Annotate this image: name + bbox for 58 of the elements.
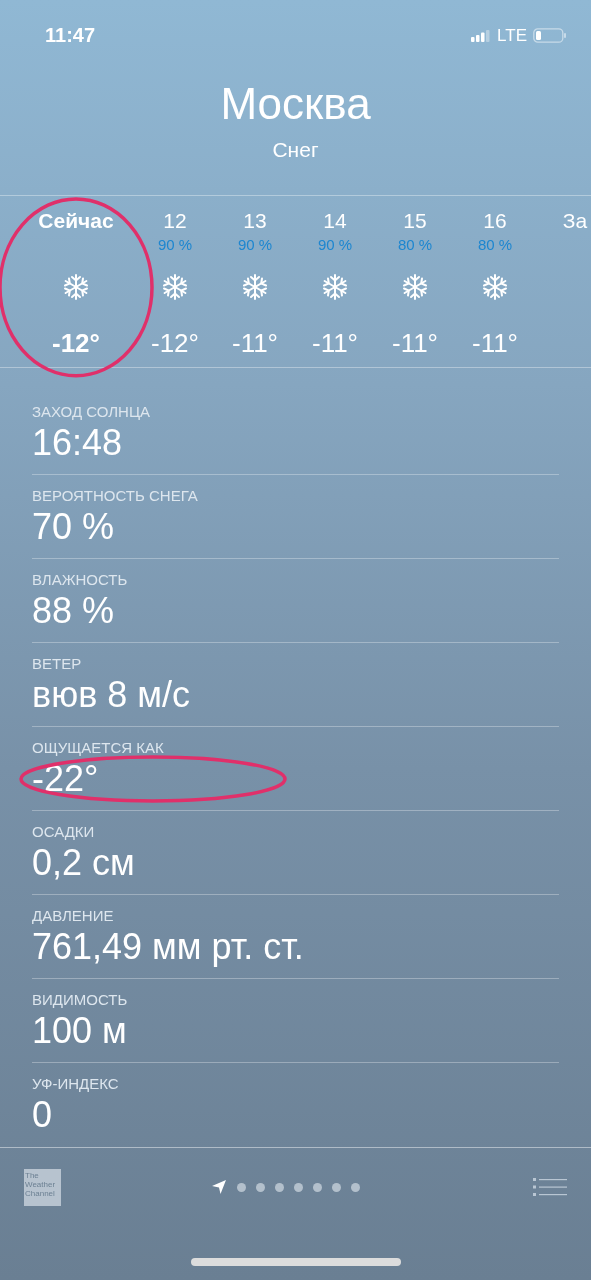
detail-label: ВЕРОЯТНОСТЬ СНЕГА: [32, 486, 199, 505]
page-dot[interactable]: [332, 1182, 341, 1192]
detail-label: ОЩУЩАЕТСЯ КАК: [32, 738, 165, 757]
detail-label: ВЕТЕР: [32, 654, 83, 673]
detail-value: -22°: [32, 757, 99, 799]
weather-channel-logo[interactable]: The Weather Channel: [24, 1168, 61, 1206]
hour-label: 15: [403, 207, 427, 234]
hour-label: 14: [323, 207, 347, 234]
snowflake-icon: [62, 272, 90, 301]
snowflake-icon: [321, 272, 349, 301]
hour-label: 12: [163, 207, 187, 234]
snowflake-icon: [401, 272, 429, 301]
detail-value: вюв 8 м/с: [32, 673, 191, 715]
location-arrow-icon[interactable]: [211, 1179, 227, 1196]
page-dot[interactable]: [294, 1182, 303, 1192]
detail-value: 0: [32, 1093, 53, 1135]
detail-value: 16:48: [32, 421, 123, 463]
detail-label: ВИДИМОСТЬ: [32, 990, 129, 1009]
hour-temperature: -11°: [391, 327, 438, 358]
precipitation-chance: 90 %: [237, 235, 273, 253]
snowflake-icon: [241, 272, 269, 301]
hour-label: Сейчас: [38, 207, 114, 234]
detail-value: 100 м: [32, 1009, 127, 1051]
detail-label: УФ-ИНДЕКС: [32, 1074, 120, 1093]
battery-icon: [533, 28, 567, 44]
detail-value: 70 %: [32, 505, 115, 547]
list-icon[interactable]: [533, 1177, 567, 1198]
page-dot[interactable]: [351, 1182, 360, 1192]
status-time: 11:47: [45, 24, 96, 48]
hour-temperature: -11°: [471, 327, 518, 358]
hour-label: 16: [483, 207, 507, 234]
detail-value: 88 %: [32, 589, 115, 631]
precipitation-chance: 80 %: [477, 235, 513, 253]
hour-temperature: -11°: [231, 327, 278, 358]
detail-value: 761,49 мм рт. ст.: [32, 925, 304, 967]
weather-condition: Снег: [272, 137, 319, 162]
precipitation-chance: 90 %: [157, 235, 193, 253]
snowflake-icon: [161, 272, 189, 301]
page-dot[interactable]: [313, 1182, 322, 1192]
detail-label: ДАВЛЕНИЕ: [32, 906, 115, 925]
detail-value: 0,2 см: [32, 841, 135, 883]
snowflake-icon: [481, 272, 509, 301]
hour-temperature: -12°: [52, 327, 100, 358]
page-dot[interactable]: [275, 1182, 284, 1192]
network-label: LTE: [497, 25, 527, 46]
signal-icon: [471, 29, 492, 42]
city-name: Москва: [220, 77, 371, 130]
hour-temperature: -11°: [311, 327, 358, 358]
detail-label: ВЛАЖНОСТЬ: [32, 570, 129, 589]
detail-label: ОСАДКИ: [32, 822, 96, 841]
detail-label: ЗАХОД СОЛНЦА: [32, 402, 151, 421]
page-dot[interactable]: [256, 1182, 265, 1192]
hour-label: 13: [243, 207, 267, 234]
precipitation-chance: 90 %: [317, 235, 353, 253]
hour-temperature: -12°: [151, 327, 199, 358]
hour-label: За: [562, 207, 588, 234]
precipitation-chance: 80 %: [397, 235, 433, 253]
page-dot[interactable]: [237, 1182, 246, 1192]
